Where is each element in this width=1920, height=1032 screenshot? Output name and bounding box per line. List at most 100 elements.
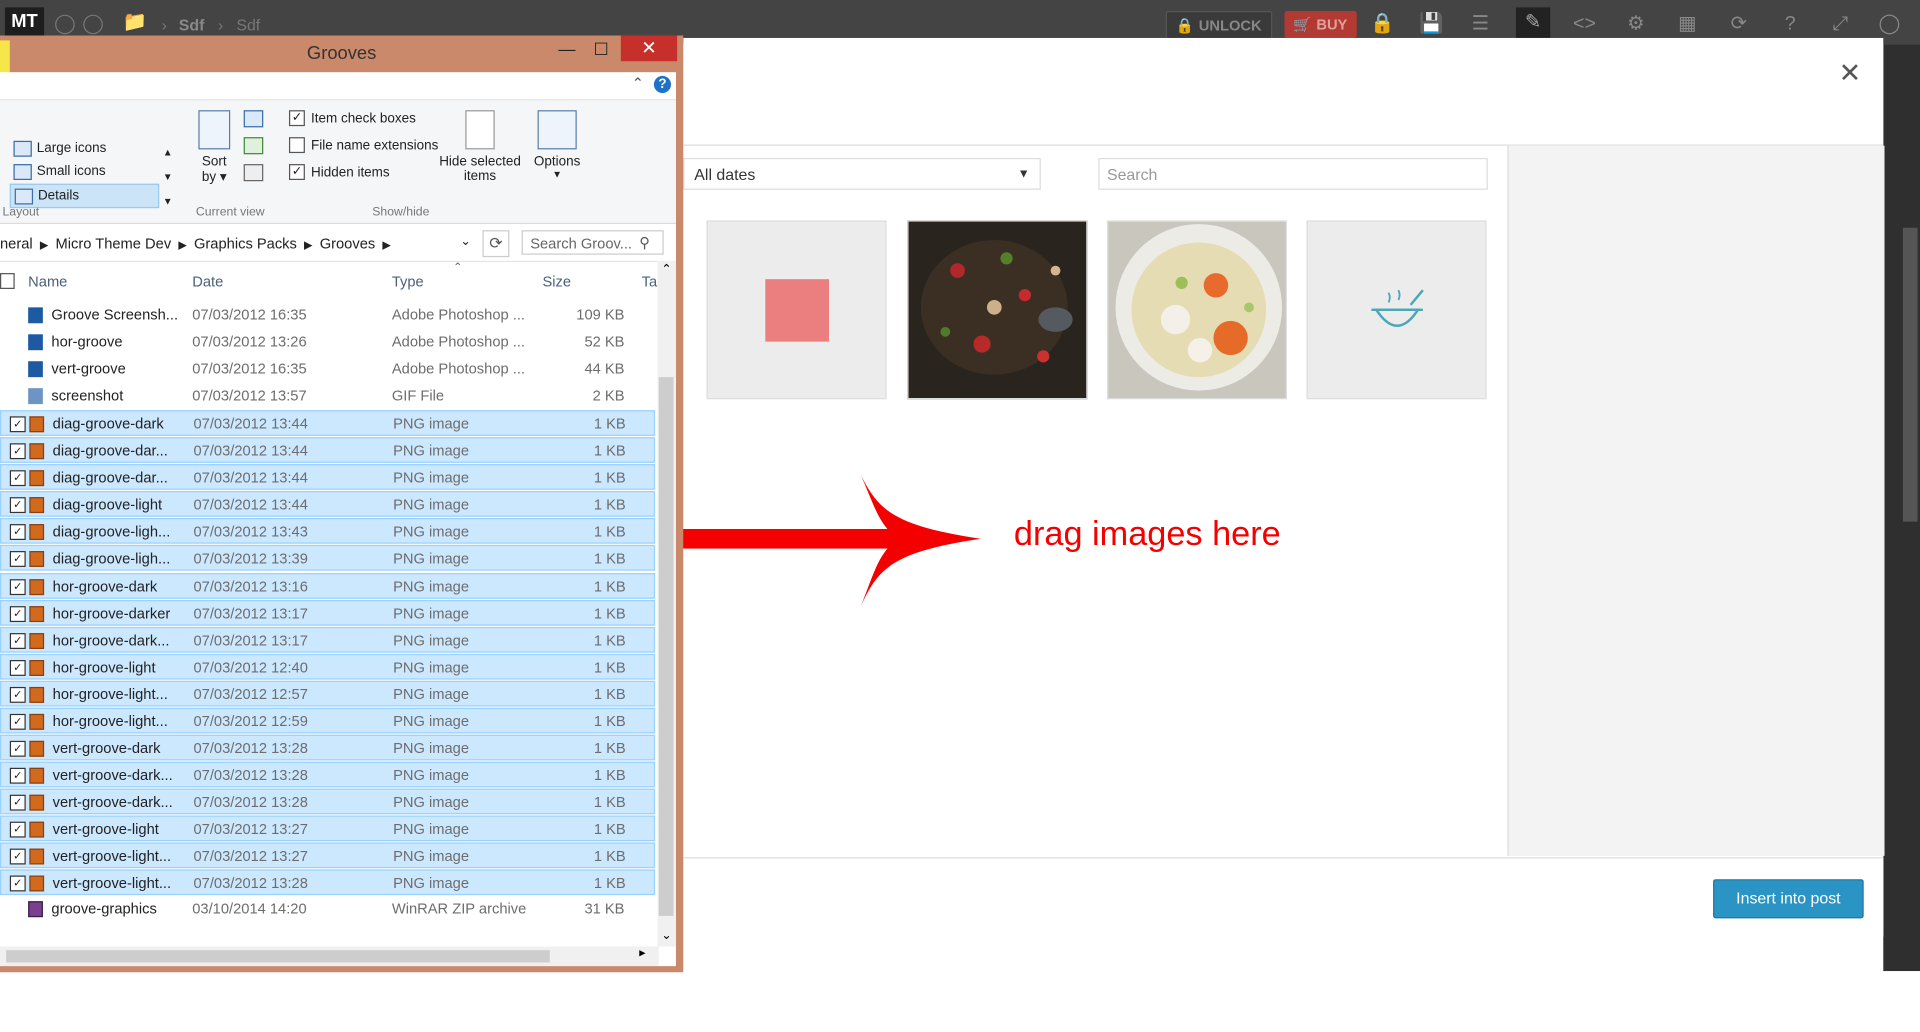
expand-icon[interactable]: ⤢: [1828, 12, 1852, 36]
date-filter-select[interactable]: All dates ▼: [683, 157, 1041, 190]
file-row[interactable]: hor-groove 07/03/2012 13:26 Adobe Photosho…: [0, 329, 655, 355]
group-by-icon[interactable]: [243, 110, 264, 128]
column-date[interactable]: Date: [192, 273, 223, 290]
file-row[interactable]: ✓ hor-groove-light 07/03/2012 12:40 PNG ima…: [0, 653, 656, 680]
folder-icon[interactable]: 📁: [122, 11, 146, 35]
breadcrumb-item[interactable]: Sdf: [236, 16, 260, 34]
hidden-items-toggle[interactable]: ✓ Hidden items: [288, 162, 390, 184]
page-scrollbar[interactable]: [1902, 227, 1918, 522]
scroll-right-arrow-icon[interactable]: ▸: [639, 947, 645, 960]
file-row[interactable]: ✓ vert-groove-dark 07/03/2012 13:28 PNG ima…: [0, 734, 656, 761]
insert-into-post-button[interactable]: Insert into post: [1713, 879, 1864, 919]
history-dropdown-icon[interactable]: ⌄: [460, 235, 470, 248]
media-thumbnail[interactable]: [1106, 220, 1287, 400]
file-row[interactable]: groove-graphics 03/10/2014 14:20 WinRAR ZI…: [0, 896, 655, 922]
layout-small-icons[interactable]: Small icons: [10, 160, 157, 182]
row-checkbox[interactable]: ✓: [9, 713, 26, 730]
row-checkbox[interactable]: ✓: [9, 794, 26, 811]
path-segment[interactable]: Micro Theme Dev: [55, 235, 171, 252]
padlock-icon[interactable]: 🔒: [1370, 12, 1394, 36]
row-checkbox[interactable]: ✓: [9, 740, 26, 757]
path-segment[interactable]: neral: [0, 235, 33, 252]
buy-button[interactable]: 🛒 BUY: [1284, 11, 1358, 38]
row-checkbox[interactable]: ✓: [9, 443, 26, 460]
column-size[interactable]: Size: [542, 273, 571, 290]
item-check-boxes-toggle[interactable]: ✓ Item check boxes: [288, 108, 416, 130]
app-logo[interactable]: MT: [4, 7, 45, 37]
minimize-icon[interactable]: —: [549, 36, 586, 63]
file-row[interactable]: ✓ diag-groove-ligh... 07/03/2012 13:43 PNG …: [0, 518, 656, 545]
file-row[interactable]: screenshot 07/03/2012 13:57 GIF File 2 KB: [0, 383, 655, 409]
options-button[interactable]: Options ▼: [531, 110, 582, 180]
layout-large-icons[interactable]: Large icons: [10, 137, 157, 159]
help-circle-icon[interactable]: ?: [653, 75, 672, 94]
file-row[interactable]: ✓ vert-groove-dark... 07/03/2012 13:28 PNG …: [0, 788, 656, 815]
edit-icon[interactable]: ✎: [1515, 7, 1551, 40]
back-icon[interactable]: [55, 14, 75, 35]
file-row[interactable]: ✓ vert-groove-light... 07/03/2012 13:27 PNG…: [0, 842, 656, 869]
layout-icon[interactable]: ▦: [1675, 12, 1699, 36]
file-row[interactable]: ✓ vert-groove-light... 07/03/2012 13:28 PNG…: [0, 869, 656, 896]
row-checkbox[interactable]: ✓: [9, 767, 26, 784]
row-checkbox[interactable]: ✓: [9, 416, 26, 433]
row-checkbox[interactable]: ✓: [9, 686, 26, 703]
row-checkbox[interactable]: ✓: [9, 578, 26, 595]
path-segment[interactable]: Grooves: [320, 235, 376, 252]
add-columns-icon[interactable]: [243, 137, 264, 155]
media-thumbnail[interactable]: [907, 220, 1088, 400]
scroll-up-icon[interactable]: ▲: [163, 147, 173, 158]
file-row[interactable]: ✓ hor-groove-dark 07/03/2012 13:16 PNG imag…: [0, 572, 656, 599]
row-checkbox[interactable]: ✓: [9, 659, 26, 676]
sort-by-button[interactable]: Sort by ▾: [196, 110, 233, 185]
row-checkbox[interactable]: ✓: [9, 497, 26, 514]
breadcrumb-item[interactable]: Sdf: [179, 16, 205, 34]
file-row[interactable]: ✓ diag-groove-ligh... 07/03/2012 13:39 PNG …: [0, 545, 656, 572]
gear-icon[interactable]: ⚙: [1624, 12, 1648, 36]
scroll-down-arrow-icon[interactable]: ⌄: [661, 929, 671, 942]
address-path[interactable]: neral ▶ Micro Theme Dev ▶ Graphics Packs…: [0, 235, 391, 252]
row-checkbox[interactable]: ✓: [9, 470, 26, 487]
column-tags[interactable]: Ta: [642, 273, 658, 290]
close-window-icon[interactable]: ✕: [620, 35, 678, 62]
expand-gallery-icon[interactable]: ▼: [163, 196, 173, 207]
scroll-thumb[interactable]: [6, 950, 550, 963]
layout-details[interactable]: Details: [9, 183, 160, 209]
row-checkbox[interactable]: ✓: [9, 848, 26, 865]
horizontal-scrollbar[interactable]: ▸: [0, 946, 659, 967]
file-row[interactable]: ✓ diag-groove-dar... 07/03/2012 13:44 PNG i…: [0, 437, 656, 464]
search-icon[interactable]: ⚲: [639, 234, 650, 251]
column-type[interactable]: Type: [392, 273, 424, 290]
code-icon[interactable]: <>: [1572, 12, 1596, 36]
file-row[interactable]: ✓ diag-groove-dar... 07/03/2012 13:44 PNG i…: [0, 464, 656, 491]
chevron-up-icon[interactable]: ⌃: [632, 75, 644, 92]
media-search-input[interactable]: Search: [1098, 157, 1488, 190]
list-icon[interactable]: ☰: [1468, 12, 1492, 36]
media-thumbnail[interactable]: [706, 220, 887, 400]
file-row[interactable]: Groove Screensh... 07/03/2012 16:35 Adobe …: [0, 302, 655, 328]
scroll-down-icon[interactable]: ▼: [163, 171, 173, 182]
close-icon[interactable]: ✕: [1839, 58, 1862, 90]
file-row[interactable]: ✓ vert-groove-light 07/03/2012 13:27 PNG im…: [0, 815, 656, 842]
row-checkbox[interactable]: ✓: [9, 821, 26, 838]
file-row[interactable]: ✓ diag-groove-dark 07/03/2012 13:44 PNG ima…: [0, 410, 656, 437]
scroll-up-arrow-icon[interactable]: ⌃: [661, 263, 671, 276]
forward-icon[interactable]: [83, 14, 103, 35]
file-row[interactable]: ✓ hor-groove-darker 07/03/2012 13:17 PNG im…: [0, 599, 656, 626]
hide-selected-items-button[interactable]: Hide selected items: [438, 110, 521, 184]
help-icon[interactable]: ?: [1778, 12, 1802, 36]
save-icon[interactable]: 💾: [1419, 12, 1443, 36]
unlock-button[interactable]: 🔒 UNLOCK: [1165, 11, 1273, 41]
file-row[interactable]: ✓ hor-groove-dark... 07/03/2012 13:17 PNG i…: [0, 626, 656, 653]
media-thumbnail[interactable]: [1306, 220, 1487, 400]
file-row[interactable]: ✓ hor-groove-light... 07/03/2012 12:59 PNG …: [0, 707, 656, 734]
file-name-extensions-toggle[interactable]: File name extensions: [288, 135, 438, 157]
file-row[interactable]: ✓ hor-groove-light... 07/03/2012 12:57 PNG …: [0, 680, 656, 707]
maximize-icon[interactable]: ☐: [583, 36, 620, 63]
row-checkbox[interactable]: ✓: [9, 605, 26, 622]
file-row[interactable]: ✓ diag-groove-light 07/03/2012 13:44 PNG im…: [0, 491, 656, 518]
scroll-thumb[interactable]: [658, 377, 674, 916]
refresh-icon[interactable]: ⟳: [1727, 12, 1751, 36]
refresh-icon[interactable]: ⟳: [482, 230, 510, 258]
row-checkbox[interactable]: ✓: [9, 524, 26, 541]
row-checkbox[interactable]: ✓: [9, 875, 26, 892]
